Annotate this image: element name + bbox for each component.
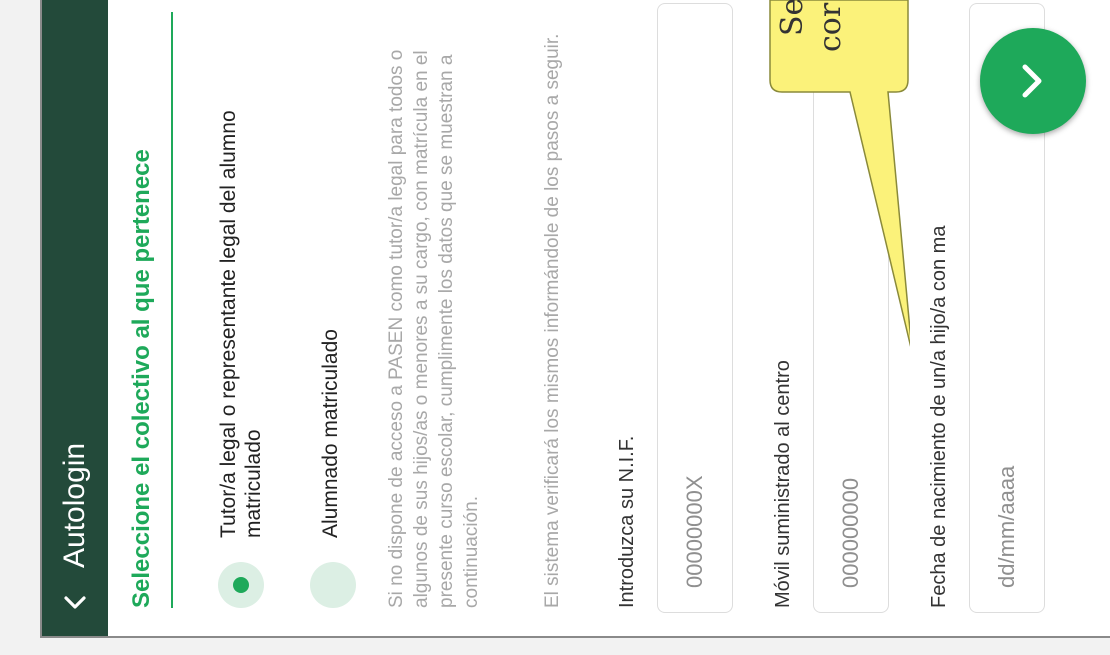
next-button[interactable] [980, 28, 1086, 134]
chevron-right-icon [1022, 64, 1042, 98]
callout-text: Se [775, 0, 810, 36]
nif-label: Introduzca su N.I.F. [616, 435, 638, 608]
section-title: Seleccione el colectivo al que pertenece [128, 149, 155, 608]
callout-text: cor [813, 2, 848, 52]
radio-option-tutor[interactable]: Tutor/a legal o representante legal del … [216, 18, 276, 608]
page-title: Autologin [58, 442, 91, 568]
back-button[interactable] [52, 578, 98, 624]
section-divider [171, 12, 173, 608]
radio-label: Tutor/a legal o representante legal del … [217, 110, 265, 538]
info-paragraph: Si no dispone de acceso a PASEN como tut… [386, 49, 482, 608]
radio-label: Alumnado matriculado [319, 329, 342, 538]
fecha-label: Fecha de nacimiento de un/a hijo/a con m… [928, 225, 950, 608]
rotated-app-screen: Autologin Seleccione el colectivo al que… [42, 0, 1110, 636]
radio-dot [233, 577, 249, 593]
radio-button-selected[interactable] [218, 562, 264, 608]
phone-screen: Autologin Seleccione el colectivo al que… [40, 0, 1110, 638]
chevron-down-icon [64, 596, 86, 609]
movil-input[interactable]: 000000000 [813, 3, 889, 613]
top-app-bar: Autologin [42, 0, 108, 636]
info-paragraph: El sistema verificará los mismos informá… [542, 33, 563, 608]
movil-label: Móvil suministrado al centro [772, 360, 794, 608]
nif-input[interactable]: 00000000X [657, 3, 733, 613]
radio-button[interactable] [310, 562, 356, 608]
screenshot-frame: Autologin Seleccione el colectivo al que… [0, 0, 1110, 655]
radio-option-alumnado[interactable]: Alumnado matriculado [308, 18, 358, 608]
